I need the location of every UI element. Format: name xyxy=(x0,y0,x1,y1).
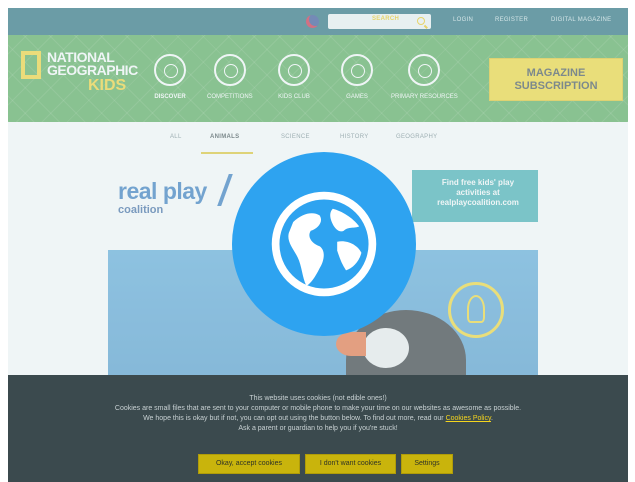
reject-cookies-button[interactable]: I don't want cookies xyxy=(305,454,396,474)
reject-cookies-label: I don't want cookies xyxy=(319,460,382,467)
cookie-line-3: Ask a parent or guardian to help you if … xyxy=(238,425,398,432)
cookie-settings-label: Settings xyxy=(414,460,440,467)
globe-icon xyxy=(271,191,377,297)
cookie-policy-link[interactable]: Cookies Policy xyxy=(446,415,491,422)
accept-cookies-label: Okay, accept cookies xyxy=(215,460,282,467)
browser-viewport: SEARCH LOGIN REGISTER DIGITAL MAGAZINE N… xyxy=(8,8,628,482)
globe-loader xyxy=(232,152,416,336)
cookie-settings-button[interactable]: Settings xyxy=(401,454,453,474)
cookie-line-2: We hope this is okay but if not, you can… xyxy=(8,414,628,423)
cookie-line-2-text: We hope this is okay but if not, you can… xyxy=(143,415,444,422)
accept-cookies-button[interactable]: Okay, accept cookies xyxy=(198,454,300,474)
cookie-title: This website uses cookies (not edible on… xyxy=(249,395,387,402)
cookie-line-1: Cookies are small files that are sent to… xyxy=(114,405,522,412)
cookie-line-2-period: . xyxy=(490,415,493,422)
